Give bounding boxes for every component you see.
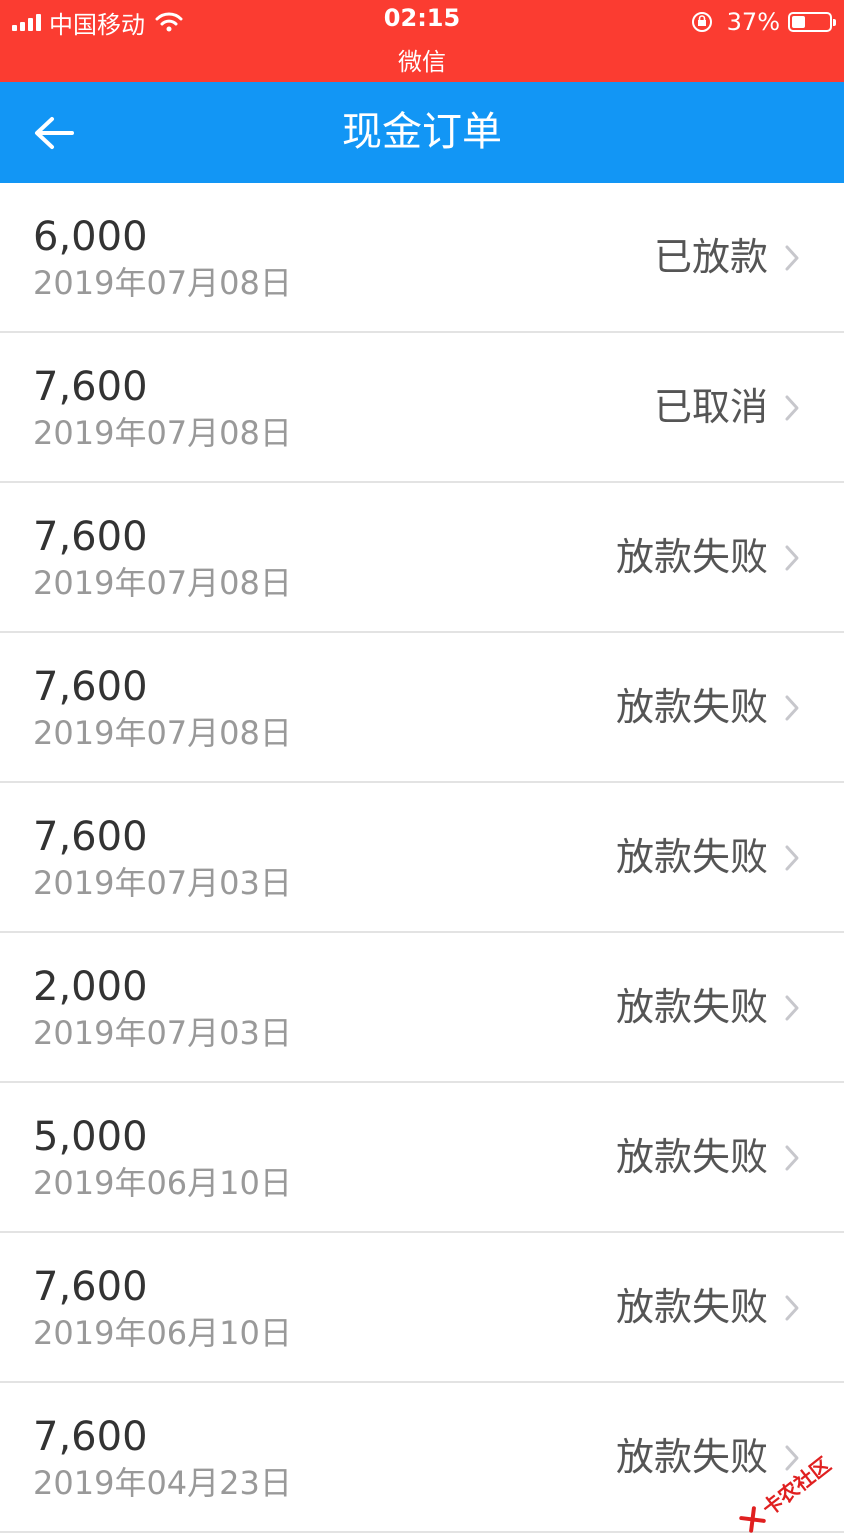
chevron-right-icon [785,245,799,271]
order-amount: 7,600 [33,514,148,560]
order-status: 放款失败 [615,1135,768,1179]
status-bar: 中国移动 02:15 微信 37% [0,0,844,82]
chevron-right-icon [785,545,799,571]
order-date: 2019年04月23日 [33,1464,292,1502]
order-list: 6,000 2019年07月08日 已放款 7,600 2019年07月08日 已取消 7,… [0,183,844,1533]
order-amount: 7,600 [33,364,148,410]
order-status: 放款失败 [615,685,768,729]
order-row[interactable]: 7,600 2019年07月03日 放款失败 [0,783,844,933]
order-row[interactable]: 7,600 2019年07月08日 已取消 [0,333,844,483]
order-date: 2019年07月03日 [33,1014,292,1052]
order-row[interactable]: 7,600 2019年06月10日 放款失败 [0,1233,844,1383]
chevron-right-icon [785,995,799,1021]
chevron-right-icon [785,395,799,421]
order-status: 放款失败 [615,1285,768,1329]
status-app-name: 微信 [398,48,446,76]
order-date: 2019年07月08日 [33,714,292,752]
order-date: 2019年07月03日 [33,864,292,902]
order-amount: 5,000 [33,1114,148,1160]
order-date: 2019年07月08日 [33,564,292,602]
order-row[interactable]: 6,000 2019年07月08日 已放款 [0,183,844,333]
order-date: 2019年06月10日 [33,1164,292,1202]
order-status: 已取消 [653,385,768,429]
battery-percent: 37% [726,8,780,36]
order-status: 放款失败 [615,535,768,579]
orientation-lock-icon [691,12,712,32]
order-row[interactable]: 5,000 2019年06月10日 放款失败 [0,1083,844,1233]
order-amount: 7,600 [33,814,148,860]
order-row[interactable]: 2,000 2019年07月03日 放款失败 [0,933,844,1083]
order-status: 已放款 [653,235,768,279]
order-row[interactable]: 7,600 2019年07月08日 放款失败 [0,633,844,783]
order-date: 2019年06月10日 [33,1314,292,1352]
order-date: 2019年07月08日 [33,414,292,452]
order-date: 2019年07月08日 [33,264,292,302]
battery-icon [788,12,836,32]
battery-fill [792,16,806,28]
chevron-right-icon [785,1145,799,1171]
order-amount: 7,600 [33,664,148,710]
chevron-right-icon [785,845,799,871]
order-amount: 2,000 [33,964,148,1010]
order-row[interactable]: 7,600 2019年04月23日 放款失败 [0,1383,844,1533]
order-amount: 6,000 [33,214,148,260]
order-amount: 7,600 [33,1414,148,1460]
status-bar-right: 37% [691,6,836,38]
order-amount: 7,600 [33,1264,148,1310]
order-status: 放款失败 [615,835,768,879]
page-title: 现金订单 [342,109,502,155]
chevron-right-icon [785,695,799,721]
order-status: 放款失败 [615,985,768,1029]
chevron-right-icon [785,1295,799,1321]
order-row[interactable]: 7,600 2019年07月08日 放款失败 [0,483,844,633]
nav-bar: 现金订单 [0,82,844,183]
